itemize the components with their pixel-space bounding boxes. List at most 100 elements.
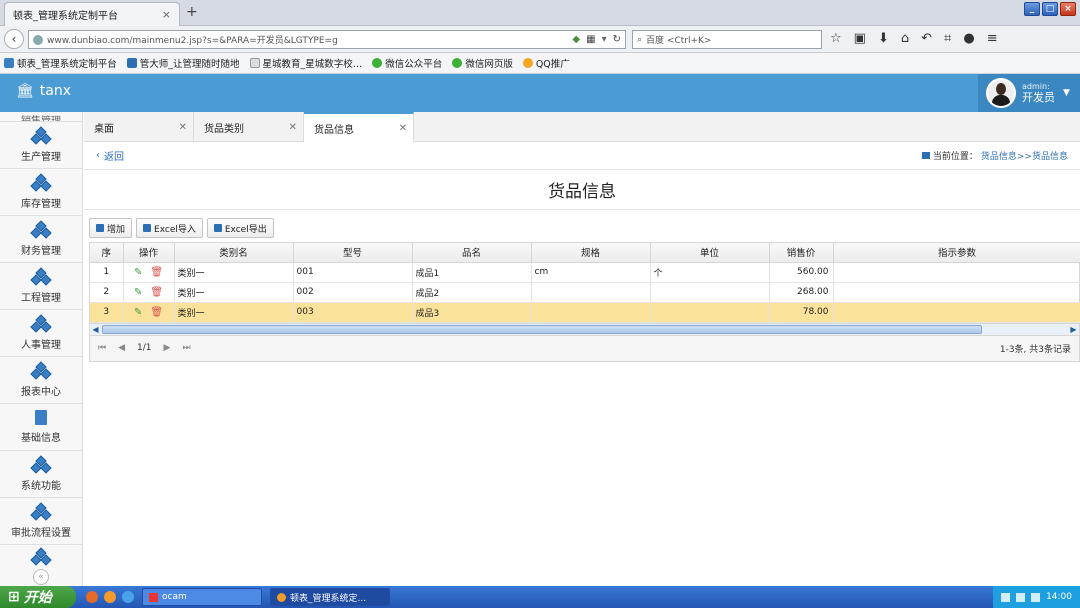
bookmark-item[interactable]: 微信网页版 xyxy=(452,56,513,70)
keyboard-icon[interactable] xyxy=(1001,592,1011,602)
firefox-icon[interactable] xyxy=(104,591,116,603)
breadcrumb-path[interactable]: 货品信息>>货品信息 xyxy=(981,149,1068,162)
cubes-icon xyxy=(30,547,52,566)
star-icon[interactable]: ☆ xyxy=(830,31,842,46)
volume-icon[interactable] xyxy=(1031,592,1041,602)
scrollbar-thumb[interactable] xyxy=(102,324,982,334)
taskbar-item-browser[interactable]: 顿表_管理系统定... xyxy=(270,588,390,606)
excel-import-button[interactable]: Excel导入 xyxy=(136,218,203,238)
scroll-right-icon[interactable]: ▶ xyxy=(1068,324,1079,335)
pencil-icon[interactable]: ✎ xyxy=(134,267,142,278)
download-icon[interactable]: ⬇ xyxy=(878,31,889,46)
column-header[interactable]: 操作 xyxy=(123,243,175,263)
last-page-icon[interactable]: ⏭ xyxy=(182,343,190,353)
sidebar-item-reports[interactable]: 报表中心 xyxy=(0,357,82,404)
sidebar-item-system[interactable]: 系统功能 xyxy=(0,451,82,498)
sidebar-item-production[interactable]: 生产管理 xyxy=(0,122,82,169)
address-url: www.dunbiao.com/mainmenu2.jsp?s=&PARA=开发… xyxy=(47,36,338,46)
close-icon[interactable]: ✕ xyxy=(289,122,297,133)
column-header[interactable]: 规格 xyxy=(531,243,651,263)
sidebar-item-partial[interactable]: 销售管理 xyxy=(0,112,82,122)
reload-icon[interactable]: ↻ xyxy=(613,34,621,45)
user-name: 开发员 xyxy=(1022,91,1055,105)
horizontal-scrollbar[interactable]: ◀ ▶ xyxy=(90,322,1079,335)
trash-icon[interactable]: 🗑 xyxy=(150,307,163,318)
bookmarks-bar: 顿表_管理系统定制平台 管大师_让管理随时随地 星城教育_星城数字校… 微信公众… xyxy=(0,53,1080,74)
tab-goods-info[interactable]: 货品信息 ✕ xyxy=(304,112,414,142)
sidebar-item-approval[interactable]: 审批流程设置 xyxy=(0,498,82,545)
bookmark-item[interactable]: 顿表_管理系统定制平台 xyxy=(4,56,117,70)
table-row[interactable]: 2 ✎ 🗑 类别一 002 成品2 268.00 xyxy=(90,282,1080,303)
bookmark-item[interactable]: 星城教育_星城数字校… xyxy=(249,56,362,70)
column-header[interactable]: 序 xyxy=(90,243,124,263)
ie-icon[interactable] xyxy=(122,591,134,603)
bookmark-item[interactable]: QQ推广 xyxy=(522,56,570,70)
close-icon[interactable]: ✕ xyxy=(399,123,407,134)
column-header[interactable]: 指示参数 xyxy=(833,243,1080,263)
column-header[interactable]: 型号 xyxy=(293,243,413,263)
address-bar[interactable]: www.dunbiao.com/mainmenu2.jsp?s=&PARA=开发… xyxy=(28,30,626,49)
task-label: ocam xyxy=(162,592,187,602)
maximize-icon[interactable]: □ xyxy=(1042,2,1058,16)
sidebar-item-engineering[interactable]: 工程管理 xyxy=(0,263,82,310)
crop-icon[interactable]: ⌗ xyxy=(944,31,951,46)
taskbar-item-ocam[interactable]: ocam xyxy=(142,588,262,606)
back-button[interactable]: ‹ 返回 xyxy=(96,148,124,163)
table-row-selected[interactable]: 3 ✎ 🗑 类别一 003 成品3 78.00 xyxy=(90,302,1080,323)
column-header[interactable]: 销售价 xyxy=(769,243,834,263)
cubes-icon xyxy=(30,313,52,333)
undo-icon[interactable]: ↶ xyxy=(921,31,932,46)
qrcode-icon[interactable]: ▦ xyxy=(586,34,595,45)
sidebar-item-basic-info[interactable]: 基础信息 xyxy=(0,404,82,451)
user-menu[interactable]: admin: 开发员 ▼ xyxy=(978,74,1080,112)
sidebar-collapse-icon[interactable]: « xyxy=(33,569,49,585)
new-tab-icon[interactable]: + xyxy=(186,4,198,20)
dropdown-icon[interactable]: ▾ xyxy=(602,34,607,45)
column-header[interactable]: 单位 xyxy=(650,243,770,263)
pencil-icon[interactable]: ✎ xyxy=(134,307,142,318)
sidebar-item-finance[interactable]: 财务管理 xyxy=(0,216,82,263)
shield-icon[interactable]: ◆ xyxy=(572,34,580,45)
pencil-icon[interactable]: ✎ xyxy=(134,287,142,298)
chevron-left-icon: ‹ xyxy=(96,150,100,161)
column-header[interactable]: 品名 xyxy=(412,243,532,263)
add-button[interactable]: 增加 xyxy=(89,218,133,238)
menu-icon[interactable]: ≡ xyxy=(987,31,998,46)
sidebar-item-hr[interactable]: 人事管理 xyxy=(0,310,82,357)
chat-icon[interactable]: ● xyxy=(963,31,974,46)
import-label: Excel导入 xyxy=(154,224,196,235)
tab-goods-category[interactable]: 货品类别 ✕ xyxy=(194,112,304,142)
clock[interactable]: 14:00 xyxy=(1046,592,1072,602)
cell-name: 成品1 xyxy=(412,262,532,283)
home-icon[interactable]: ⌂ xyxy=(901,31,909,46)
network-icon[interactable] xyxy=(1016,592,1026,602)
app-logo[interactable]: 🏛 tanx xyxy=(16,83,71,99)
minimize-icon[interactable]: _ xyxy=(1024,2,1040,16)
bookmark-item[interactable]: 管大师_让管理随时随地 xyxy=(126,56,240,70)
export-icon xyxy=(213,224,222,232)
bookmark-item[interactable]: 微信公众平台 xyxy=(372,56,442,70)
browser-icon[interactable] xyxy=(86,591,98,603)
start-button[interactable]: ⊞ 开始 xyxy=(0,586,76,608)
close-window-icon[interactable]: × xyxy=(1060,2,1076,16)
search-box[interactable]: ⌕ 百度 <Ctrl+K> xyxy=(632,30,822,49)
back-arrow-icon[interactable]: ‹ xyxy=(4,29,24,49)
system-tray: 14:00 xyxy=(993,586,1080,608)
trash-icon[interactable]: 🗑 xyxy=(150,267,163,278)
close-tab-icon[interactable]: × xyxy=(162,8,171,21)
excel-export-button[interactable]: Excel导出 xyxy=(206,218,274,238)
next-page-icon[interactable]: ▶ xyxy=(164,343,171,353)
bookmark-list-icon[interactable]: ▣ xyxy=(854,31,866,46)
close-icon[interactable]: ✕ xyxy=(179,122,187,133)
column-header[interactable]: 类别名 xyxy=(174,243,294,263)
prev-page-icon[interactable]: ◀ xyxy=(118,343,125,353)
trash-icon[interactable]: 🗑 xyxy=(150,287,163,298)
first-page-icon[interactable]: ⏮ xyxy=(98,343,106,353)
tab-desktop[interactable]: 桌面 ✕ xyxy=(84,112,194,142)
scroll-left-icon[interactable]: ◀ xyxy=(90,324,101,335)
sidebar-item-inventory[interactable]: 库存管理 xyxy=(0,169,82,216)
bookmark-favicon-icon xyxy=(126,58,137,68)
cell-spec xyxy=(531,282,651,303)
browser-tab[interactable]: 顿表_管理系统定制平台 × xyxy=(4,2,180,26)
table-row[interactable]: 1 ✎ 🗑 类别一 001 成品1 cm 个 560.00 xyxy=(90,262,1080,283)
